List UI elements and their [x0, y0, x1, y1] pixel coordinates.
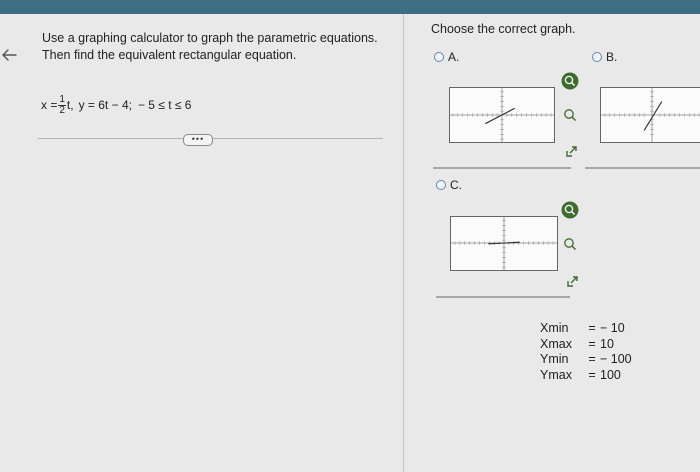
window-value: 10	[600, 336, 614, 351]
top-bar	[0, 0, 700, 14]
window-row: Xmax = 10	[540, 337, 632, 353]
equals-sign: =	[588, 352, 596, 366]
answer-panel: Choose the correct graph. A. B. C. Xmin …	[404, 14, 700, 472]
window-value: − 100	[600, 352, 632, 366]
equals-sign: =	[588, 336, 596, 351]
window-row: Xmin = − 10	[540, 321, 632, 337]
window-key: Ymin	[540, 352, 569, 366]
window-value: 100	[600, 367, 621, 382]
expand-icon[interactable]	[564, 272, 582, 290]
option-a-graph	[449, 87, 555, 143]
zoom-in-icon[interactable]	[561, 72, 579, 90]
x-suffix: t,	[66, 98, 74, 112]
option-a[interactable]: A.	[434, 50, 459, 64]
zoom-out-icon[interactable]	[561, 235, 579, 253]
window-row: Ymin = − 100	[540, 352, 632, 368]
option-b-separator	[585, 167, 700, 169]
option-b-graph	[600, 87, 700, 143]
option-a-separator	[433, 167, 571, 169]
window-settings: Xmin = − 10 Xmax = 10 Ymin = − 100 Ymax …	[540, 321, 632, 383]
question-instructions: Use a graphing calculator to graph the p…	[42, 31, 378, 62]
equals-sign: =	[588, 321, 596, 335]
parametric-equation: x = 1 2 t, y = 6t − 4; − 5 ≤ t ≤ 6	[41, 88, 191, 122]
fraction-denominator: 2	[59, 104, 65, 116]
zoom-in-icon[interactable]	[561, 201, 579, 219]
expand-icon[interactable]	[563, 142, 581, 160]
window-key: Ymax	[540, 367, 572, 382]
zoom-out-icon[interactable]	[561, 106, 579, 124]
option-b-radio[interactable]	[592, 52, 602, 62]
option-c-separator	[436, 296, 570, 298]
option-c-radio[interactable]	[436, 180, 446, 190]
fraction: 1 2	[58, 93, 66, 116]
t-domain: − 5 ≤ t ≤ 6	[137, 98, 192, 112]
equals-sign: =	[588, 367, 596, 382]
x-prefix: x =	[41, 98, 58, 112]
y-equation: y = 6t − 4;	[78, 98, 132, 112]
window-key: Xmin	[540, 321, 569, 335]
more-button[interactable]: •••	[183, 134, 213, 146]
fraction-numerator: 1	[58, 93, 66, 106]
window-key: Xmax	[540, 336, 572, 351]
option-b-label: B.	[606, 50, 618, 64]
option-a-radio[interactable]	[434, 52, 444, 62]
question-panel: Use a graphing calculator to graph the p…	[24, 14, 396, 472]
option-b[interactable]: B.	[592, 50, 617, 64]
option-c-graph	[450, 216, 558, 271]
option-c[interactable]: C.	[436, 178, 462, 192]
window-value: − 10	[600, 321, 625, 335]
back-arrow-icon[interactable]	[0, 46, 18, 64]
answer-prompt: Choose the correct graph.	[431, 22, 576, 36]
option-a-label: A.	[448, 50, 460, 64]
window-row: Ymax = 100	[540, 368, 632, 384]
option-c-label: C.	[450, 178, 462, 192]
